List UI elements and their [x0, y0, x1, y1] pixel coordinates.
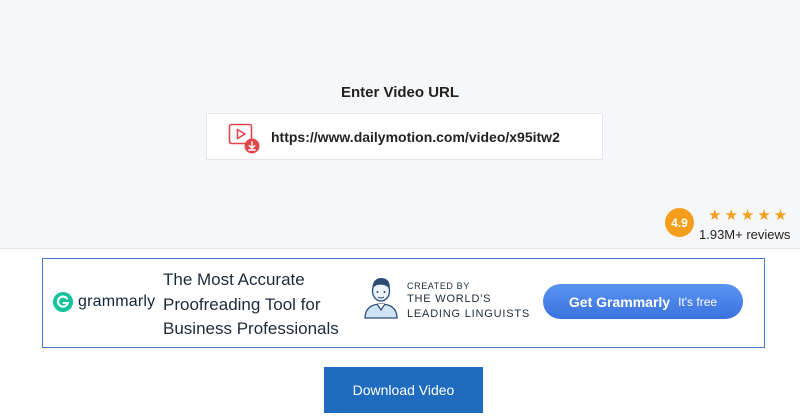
ad-headline-line: Business Professionals [163, 319, 339, 338]
created-by-label: CREATED BY [407, 281, 470, 291]
grammarly-wordmark: grammarly [78, 293, 156, 310]
rating-stars: ★★★★★ [708, 207, 791, 224]
linguists-line: LEADING LINGUISTS [407, 308, 531, 320]
grammarly-ad-banner[interactable]: grammarly The Most Accurate Proofreading… [42, 258, 765, 348]
ad-headline-line: Proofreading Tool for [163, 294, 321, 314]
get-grammarly-button[interactable]: Get Grammarly It's free [543, 284, 743, 319]
ad-headline-line: The Most Accurate [163, 270, 305, 289]
linguist-person-icon [364, 278, 398, 319]
cta-sub-label: It's free [678, 294, 718, 309]
download-video-button[interactable]: Download Video [324, 367, 483, 413]
url-field[interactable] [206, 113, 603, 160]
url-input[interactable] [271, 126, 591, 148]
url-input-section: Enter Video URL 4.9 ★★★★★ 1.93M+ reviews [0, 0, 800, 249]
linguists-line: THE WORLD'S [407, 293, 492, 305]
rating-badge: 4.9 [665, 208, 694, 237]
cta-label: Get Grammarly [568, 293, 671, 310]
video-download-icon [228, 123, 260, 154]
page-heading: Enter Video URL [340, 84, 460, 101]
reviews-count: 1.93M+ reviews [699, 227, 791, 242]
ad-headline: The Most Accurate Proofreading Tool for … [163, 268, 339, 342]
grammarly-logo-icon [53, 292, 73, 312]
linguists-label: THE WORLD'S LEADING LINGUISTS [407, 292, 530, 322]
